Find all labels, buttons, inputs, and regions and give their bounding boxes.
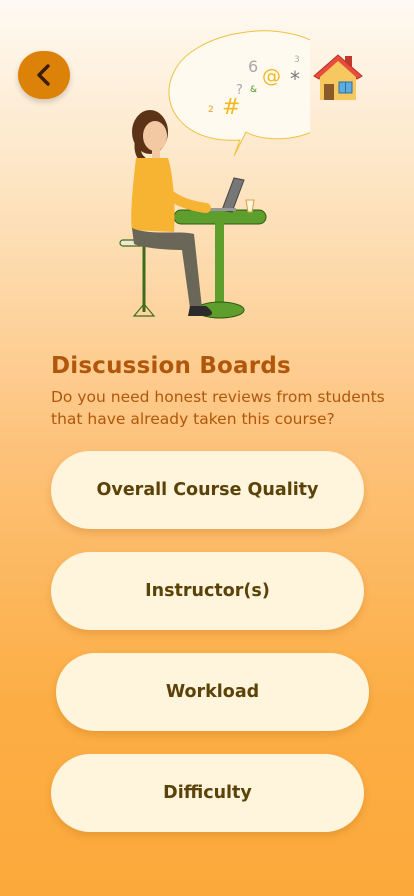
- page-subtitle: Do you need honest reviews from students…: [51, 388, 385, 428]
- svg-text:*: *: [290, 67, 300, 91]
- house-icon: [313, 54, 363, 100]
- difficulty-button[interactable]: Difficulty: [51, 754, 364, 832]
- svg-text:&: &: [250, 85, 257, 95]
- svg-text:2: 2: [208, 105, 214, 115]
- svg-text:?: ?: [236, 83, 243, 98]
- workload-button[interactable]: Workload: [56, 653, 369, 731]
- home-button[interactable]: [309, 48, 367, 106]
- back-button[interactable]: [18, 51, 70, 99]
- instructors-button[interactable]: Instructor(s): [51, 552, 364, 630]
- student-laptop-illustration: # 2 ? 6 @ & * 3: [110, 22, 344, 322]
- overall-course-quality-button[interactable]: Overall Course Quality: [51, 451, 364, 529]
- svg-text:3: 3: [294, 55, 300, 65]
- svg-text:6: 6: [248, 57, 258, 76]
- chevron-left-icon: [37, 64, 50, 86]
- svg-text:@: @: [262, 65, 281, 87]
- svg-text:#: #: [222, 95, 240, 120]
- page-title: Discussion Boards: [51, 353, 291, 379]
